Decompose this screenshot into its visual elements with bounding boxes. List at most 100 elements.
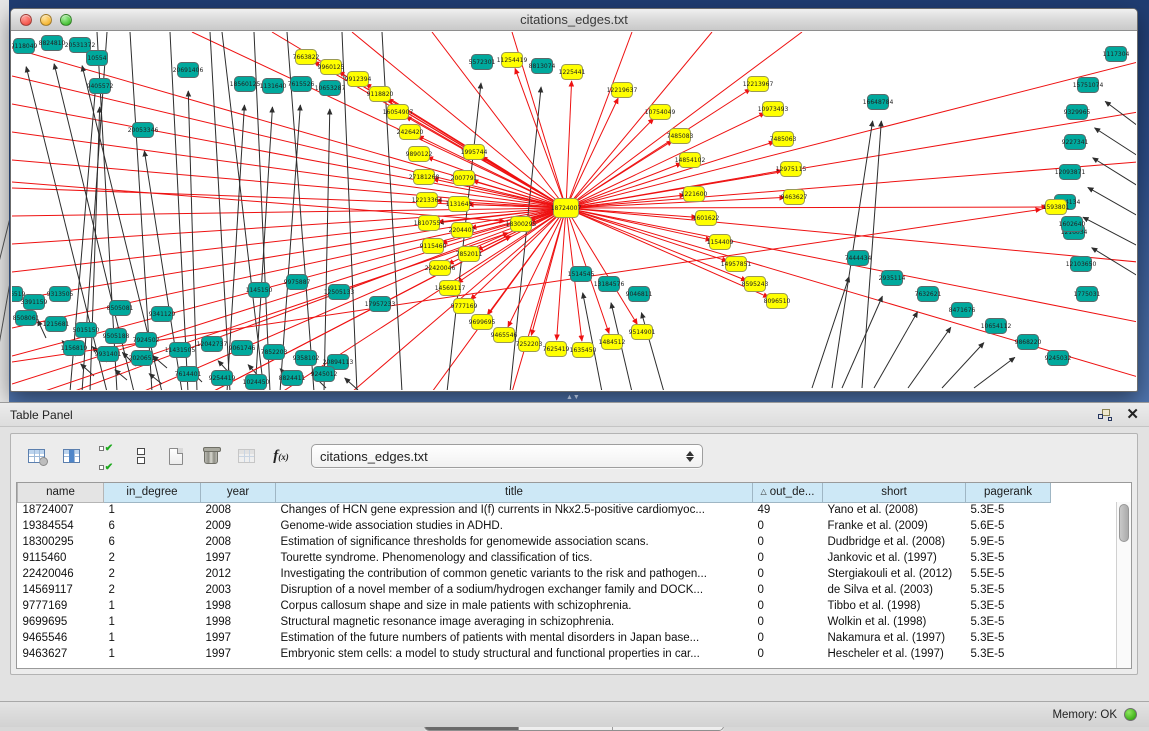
- cell[interactable]: Disruption of a novel member of a sodium…: [276, 582, 753, 598]
- cell[interactable]: Tibbo et al. (1998): [823, 598, 966, 614]
- graph-edge[interactable]: [974, 357, 1015, 388]
- cell[interactable]: Dudbridge et al. (2008): [823, 534, 966, 550]
- cell[interactable]: 9463627: [18, 646, 104, 662]
- graph-edge[interactable]: [566, 142, 774, 208]
- column-header-pagerank[interactable]: pagerank: [966, 483, 1051, 502]
- cell[interactable]: 1997: [201, 550, 276, 566]
- cell[interactable]: 1: [104, 614, 201, 630]
- graph-edge[interactable]: [1095, 128, 1136, 156]
- graph-edge[interactable]: [566, 81, 572, 208]
- cell[interactable]: 2003: [201, 582, 276, 598]
- cell[interactable]: 0: [753, 630, 823, 646]
- select-rows-icon[interactable]: ✔ ✔: [93, 443, 119, 469]
- graph-edge[interactable]: [566, 32, 712, 208]
- cell[interactable]: Nakamura et al. (1997): [823, 630, 966, 646]
- function-builder-icon[interactable]: f(x): [268, 443, 294, 469]
- table-vertical-scrollbar[interactable]: [1116, 502, 1131, 668]
- cell[interactable]: 2009: [201, 518, 276, 534]
- column-header-out_de[interactable]: △out_de...: [753, 483, 823, 502]
- graph-edge[interactable]: [1088, 187, 1136, 216]
- cell[interactable]: 1997: [201, 630, 276, 646]
- graph-edge[interactable]: [812, 277, 849, 388]
- new-table-icon[interactable]: [163, 443, 189, 469]
- cell[interactable]: 0: [753, 518, 823, 534]
- table-row[interactable]: 946554611997Estimation of the future num…: [18, 630, 1120, 646]
- cell[interactable]: 5.9E-5: [966, 534, 1051, 550]
- cell[interactable]: Franke et al. (2009): [823, 518, 966, 534]
- cell[interactable]: 0: [753, 534, 823, 550]
- column-header-title[interactable]: title: [276, 483, 753, 502]
- cell[interactable]: 22420046: [18, 566, 104, 582]
- graph-edge[interactable]: [566, 207, 1047, 208]
- table-row[interactable]: 1830029562008Estimation of significance …: [18, 534, 1120, 550]
- graph-edge[interactable]: [566, 62, 1136, 208]
- cell[interactable]: Estimation of the future numbers of pati…: [276, 630, 753, 646]
- cell[interactable]: 0: [753, 614, 823, 630]
- cell[interactable]: de Silva et al. (2003): [823, 582, 966, 598]
- graph-edge[interactable]: [557, 208, 566, 340]
- cell[interactable]: 5.6E-5: [966, 518, 1051, 534]
- graph-edge[interactable]: [1092, 248, 1136, 276]
- cell[interactable]: 5.3E-5: [966, 550, 1051, 566]
- table-row[interactable]: 1456911722003Disruption of a novel membe…: [18, 582, 1120, 598]
- column-header-in_degree[interactable]: in_degree: [104, 483, 201, 502]
- column-header-short[interactable]: short: [823, 483, 966, 502]
- split-pane-grip[interactable]: ▲▼: [566, 394, 575, 401]
- cell[interactable]: Genome-wide association studies in ADHD.: [276, 518, 753, 534]
- cell[interactable]: 2: [104, 550, 201, 566]
- cell[interactable]: 0: [753, 550, 823, 566]
- cell[interactable]: 1: [104, 646, 201, 662]
- cell[interactable]: 5.3E-5: [966, 502, 1051, 518]
- cell[interactable]: 19384554: [18, 518, 104, 534]
- cell[interactable]: 1997: [201, 646, 276, 662]
- cell[interactable]: 49: [753, 502, 823, 518]
- cell[interactable]: 6: [104, 534, 201, 550]
- cell[interactable]: 2008: [201, 502, 276, 518]
- cell[interactable]: Wolkin et al. (1998): [823, 614, 966, 630]
- table-row[interactable]: 1872400712008Changes of HCN gene express…: [18, 502, 1120, 518]
- column-header-name[interactable]: name: [18, 483, 104, 502]
- cell[interactable]: 18724007: [18, 502, 104, 518]
- graph-edge[interactable]: [842, 296, 882, 388]
- table-row[interactable]: 911546021997Tourette syndrome. Phenomeno…: [18, 550, 1120, 566]
- table-row[interactable]: 2242004622012Investigating the contribut…: [18, 566, 1120, 582]
- graph-edge[interactable]: [1083, 217, 1136, 246]
- cell[interactable]: 1998: [201, 614, 276, 630]
- cell[interactable]: Structural magnetic resonance image aver…: [276, 614, 753, 630]
- cell[interactable]: 2: [104, 582, 201, 598]
- window-titlebar[interactable]: citations_edges.txt: [11, 9, 1137, 31]
- cell[interactable]: Tourette syndrome. Phenomenology and cla…: [276, 550, 753, 566]
- table-row[interactable]: 1938455462009Genome-wide association stu…: [18, 518, 1120, 534]
- cell[interactable]: 0: [753, 598, 823, 614]
- cell[interactable]: 9465546: [18, 630, 104, 646]
- float-panel-icon[interactable]: [1098, 409, 1112, 421]
- cell[interactable]: 1: [104, 630, 201, 646]
- cell[interactable]: Yano et al. (2008): [823, 502, 966, 518]
- close-panel-icon[interactable]: ✕: [1126, 408, 1139, 422]
- graph-edge[interactable]: [908, 327, 951, 388]
- cell[interactable]: 0: [753, 646, 823, 662]
- cell[interactable]: Jankovic et al. (1997): [823, 550, 966, 566]
- cell[interactable]: Changes of HCN gene expression and I(f) …: [276, 502, 753, 518]
- cell[interactable]: 0: [753, 566, 823, 582]
- graph-edge[interactable]: [81, 364, 94, 376]
- cell[interactable]: 18300295: [18, 534, 104, 550]
- table-selector-dropdown[interactable]: citations_edges.txt: [311, 444, 703, 468]
- modify-table-icon[interactable]: [23, 443, 49, 469]
- table-row[interactable]: 946362711997Embryonic stem cells: a mode…: [18, 646, 1120, 662]
- graph-edge[interactable]: [566, 32, 802, 208]
- cell[interactable]: 2008: [201, 534, 276, 550]
- cell[interactable]: Corpus callosum shape and size in male p…: [276, 598, 753, 614]
- graph-edge[interactable]: [512, 208, 566, 390]
- graph-edge[interactable]: [1093, 158, 1136, 186]
- cell[interactable]: 0: [753, 582, 823, 598]
- cell[interactable]: 6: [104, 518, 201, 534]
- cell[interactable]: 9115460: [18, 550, 104, 566]
- cell[interactable]: 5.5E-5: [966, 566, 1051, 582]
- network-canvas[interactable]: 9118049882481020531372105549405572206914…: [12, 32, 1136, 390]
- graph-edge[interactable]: [1105, 101, 1136, 126]
- cell[interactable]: 5.3E-5: [966, 582, 1051, 598]
- scrollbar-thumb[interactable]: [1119, 504, 1129, 542]
- cell[interactable]: 14569117: [18, 582, 104, 598]
- cell[interactable]: 5.3E-5: [966, 614, 1051, 630]
